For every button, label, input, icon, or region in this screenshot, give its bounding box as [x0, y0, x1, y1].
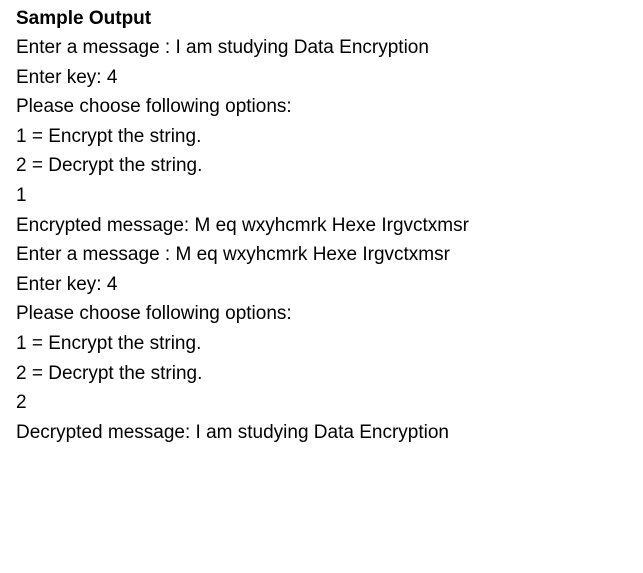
output-line-choice: 1	[16, 184, 27, 206]
output-line-key: Enter key: 4	[16, 66, 118, 88]
output-line-options-prompt: Please choose following options:	[16, 96, 292, 118]
output-line-encrypted-result: Encrypted message: M eq wxyhcmrk Hexe Ir…	[16, 214, 469, 236]
output-line-prompt-message: Enter a message : M eq wxyhcmrk Hexe Irg…	[16, 244, 450, 266]
sample-output-block: Sample Output Enter a message : I am stu…	[16, 4, 636, 447]
output-line-prompt-message: Enter a message : I am studying Data Enc…	[16, 37, 429, 58]
output-line-decrypted-result: Decrypted message: I am studying Data En…	[16, 421, 449, 443]
output-line-option-decrypt: 2 = Decrypt the string.	[16, 155, 203, 177]
output-line-option-decrypt: 2 = Decrypt the string.	[16, 362, 203, 384]
output-line-choice: 2	[16, 392, 27, 414]
section-heading: Sample Output	[16, 8, 152, 29]
output-line-option-encrypt: 1 = Encrypt the string.	[16, 332, 202, 354]
output-line-key: Enter key: 4	[16, 273, 118, 295]
output-line-options-prompt: Please choose following options:	[16, 303, 292, 325]
output-line-option-encrypt: 1 = Encrypt the string.	[16, 125, 202, 147]
